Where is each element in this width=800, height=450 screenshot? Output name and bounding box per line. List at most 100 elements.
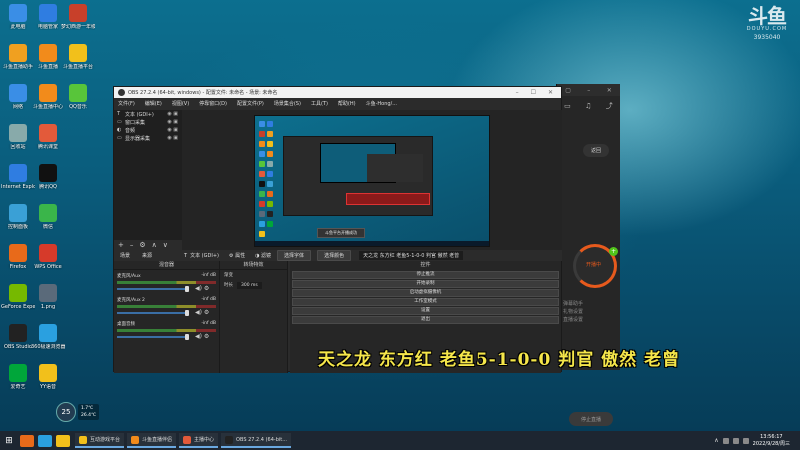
select-color-button[interactable]: 选择颜色 [317,250,352,261]
volume-slider[interactable]: ◀) ⚙ [117,333,216,340]
douyu-client-window[interactable]: ▢ – ✕ ▭ ♫ ⤴ 返回 开播中 + 弹幕助手 礼物设置 直播设置 停止直播 [556,84,620,426]
client-menu-item[interactable]: 弹幕助手 [563,300,583,308]
desktop-icon[interactable]: Internet Explorer [1,164,35,190]
menu-item[interactable]: 视图(V) [172,100,189,107]
select-font-button[interactable]: 选择字体 [277,250,312,261]
desktop-icon[interactable]: QQ音乐 [61,84,95,110]
visibility-lock-icon[interactable]: ◉ ▣ [167,111,182,117]
close-button[interactable]: ✕ [548,89,553,96]
tray-network-icon[interactable] [722,437,729,444]
desktop-icon[interactable]: 斗鱼直播助手 [1,44,35,70]
firefox-icon[interactable] [20,434,34,447]
minimize-button[interactable]: – [516,89,519,96]
volume-slider[interactable]: ◀) ⚙ [117,285,216,292]
move-down-icon[interactable]: ∨ [163,241,168,249]
control-button[interactable]: 设置 [292,307,559,315]
desktop-icon-label: 回收站 [10,144,26,150]
folder-icon[interactable] [56,434,70,447]
properties-button[interactable]: ⚙ 属性 [229,252,245,259]
desktop-icon[interactable]: 此电脑 [1,4,35,30]
desktop-icon[interactable]: 腾讯课堂 [31,124,65,150]
start-button[interactable]: ⊞ [0,436,18,446]
menu-item[interactable]: 斗鱼-Hong/... [366,100,397,107]
menu-item[interactable]: 场景集合(S) [274,100,301,107]
remove-icon[interactable]: – [130,241,134,249]
control-button[interactable]: 开始录制 [292,280,559,288]
tab-sources[interactable]: 来源 [136,252,158,259]
add-icon[interactable]: + [609,247,618,256]
menu-item[interactable]: 停靠窗口(D) [199,100,227,107]
mute-gear-icon[interactable]: ◀) ⚙ [195,309,209,316]
volume-slider[interactable]: ◀) ⚙ [117,309,216,316]
tray-volume-icon[interactable] [732,437,739,444]
menu-item[interactable]: 帮助(H) [338,100,356,107]
taskbar-task[interactable]: 斗鱼直播伴侣 [127,433,177,448]
desktop-icon[interactable]: 网络 [1,84,35,110]
desktop-icon[interactable]: WPS Office [31,244,65,270]
menu-item[interactable]: 配置文件(P) [237,100,264,107]
gear-icon[interactable]: ⚙ [139,241,145,249]
taskbar-task[interactable]: 主播中心 [179,433,219,448]
desktop-icon[interactable]: 回收站 [1,124,35,150]
mute-gear-icon[interactable]: ◀) ⚙ [195,285,209,292]
filters-button[interactable]: ◑ 滤镜 [255,252,271,259]
desktop-icon[interactable]: 控制面板 [1,204,35,230]
desktop-icon[interactable]: 斗鱼直播平台 [61,44,95,70]
control-button[interactable]: 工作室模式 [292,298,559,306]
control-button[interactable]: 停止推流 [292,271,559,279]
clock[interactable]: 13:56:17 2022/9/28/周三 [753,434,790,448]
desktop-icon[interactable]: YY语音 [31,364,65,390]
desktop-icon[interactable]: 腾讯QQ [31,164,65,190]
desktop-icon[interactable]: 微信 [31,204,65,230]
desktop-icon[interactable]: Firefox [1,244,35,270]
taskbar-task[interactable]: OBS 27.2.4 (64-bit... [221,433,291,448]
control-button[interactable]: 启动虚拟摄像机 [292,289,559,297]
source-item[interactable]: ◐ 音频 ◉ ▣ [114,126,182,134]
preview-area[interactable]: 斗鱼平台开播成功 [182,110,562,250]
control-button[interactable]: 退出 [292,316,559,324]
transition-type-select[interactable]: 渐变 [224,272,233,278]
visibility-lock-icon[interactable]: ◉ ▣ [167,135,182,141]
menu-item[interactable]: 编辑(E) [145,100,162,107]
move-up-icon[interactable]: ∧ [152,241,157,249]
visibility-lock-icon[interactable]: ◉ ▣ [167,127,182,133]
client-minimize-icon[interactable]: – [587,87,590,94]
weather-widget[interactable]: 25 1.7℃ 26.4℃ [56,402,100,422]
client-menu-item[interactable]: 礼物设置 [563,308,583,316]
tray-ime-icon[interactable] [742,437,749,444]
menu-item[interactable]: 工具(T) [311,100,328,107]
desktop-icon[interactable]: GeForce Experience [1,284,35,310]
desktop-icon[interactable]: 电脑管家 [31,4,65,30]
text-input[interactable]: 天之龙 东方红 老鱼5-1-0-0 判官 傲然 老曾 [359,251,464,260]
add-icon[interactable]: + [118,241,124,249]
source-item[interactable]: ▭ 窗口采集 ◉ ▣ [114,118,182,126]
client-bell-icon[interactable]: ♫ [585,102,591,110]
menu-item[interactable]: 文件(F) [118,100,135,107]
desktop-icon[interactable]: 360极速浏览器 [31,324,65,350]
preview-canvas[interactable]: 斗鱼平台开播成功 [254,115,490,247]
client-share-icon[interactable]: ⤴ [606,101,613,111]
client-menu-item[interactable]: 直播设置 [563,316,583,324]
source-item[interactable]: T 文本 (GDI+) ◉ ▣ [114,110,182,118]
stop-live-button[interactable]: 停止直播 [569,412,613,426]
desktop-icon[interactable]: 爱奇艺 [1,364,35,390]
duration-input[interactable]: 300 ms [237,281,262,289]
client-back-button[interactable]: 返回 [583,144,609,157]
client-menu-icon[interactable]: ▢ [565,87,571,94]
source-item[interactable]: ▭ 显示器采集 ◉ ▣ [114,134,182,142]
client-chat-icon[interactable]: ▭ [564,102,571,110]
desktop-icon[interactable]: 斗鱼直播中心 [31,84,65,110]
maximize-button[interactable]: ☐ [531,89,536,96]
client-close-icon[interactable]: ✕ [607,87,612,94]
visibility-lock-icon[interactable]: ◉ ▣ [167,119,182,125]
mute-gear-icon[interactable]: ◀) ⚙ [195,333,209,340]
desktop-icon[interactable]: OBS Studio [1,324,35,350]
desktop-icon[interactable]: 1.png [31,284,65,310]
taskbar-task[interactable]: 互动游戏平台 [75,433,125,448]
browser-icon[interactable] [38,434,52,447]
transition-type-row[interactable]: 渐变 [220,270,287,280]
desktop-icon[interactable]: 斗鱼直播 [31,44,65,70]
desktop-icon[interactable]: 梦幻西游一年级(...) [61,4,95,30]
tab-scenes[interactable]: 场景 [114,252,136,259]
tray-chevron-icon[interactable]: ∧ [714,437,718,444]
